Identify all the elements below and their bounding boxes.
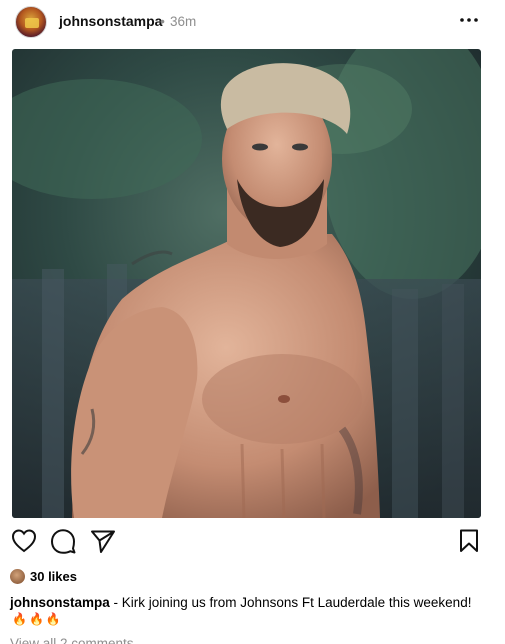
caption-username[interactable]: johnsonstampa: [10, 595, 110, 610]
likes-row[interactable]: 30 likes: [10, 567, 77, 585]
more-options-icon[interactable]: [458, 10, 480, 30]
view-comments-link[interactable]: View all 2 comments: [10, 636, 134, 644]
caption-emojis: 🔥🔥🔥: [12, 612, 63, 626]
post-actions-bar: [0, 527, 505, 559]
post-timestamp[interactable]: 36m: [170, 14, 196, 29]
caption-text: - Kirk joining us from Johnsons Ft Laude…: [109, 595, 472, 610]
heart-icon[interactable]: [10, 527, 38, 555]
post-photo[interactable]: [12, 49, 481, 518]
share-icon[interactable]: [89, 527, 117, 555]
liker-avatar: [10, 568, 25, 584]
post-caption: johnsonstampa - Kirk joining us from Joh…: [10, 594, 500, 612]
comment-icon[interactable]: [49, 527, 77, 555]
post-header: johnsonstampa • 36m: [0, 0, 505, 44]
bookmark-icon[interactable]: [455, 527, 483, 555]
post-username[interactable]: johnsonstampa: [59, 13, 162, 29]
time-separator: •: [160, 13, 165, 29]
likes-count[interactable]: 30 likes: [30, 569, 77, 584]
profile-avatar[interactable]: [15, 6, 47, 38]
